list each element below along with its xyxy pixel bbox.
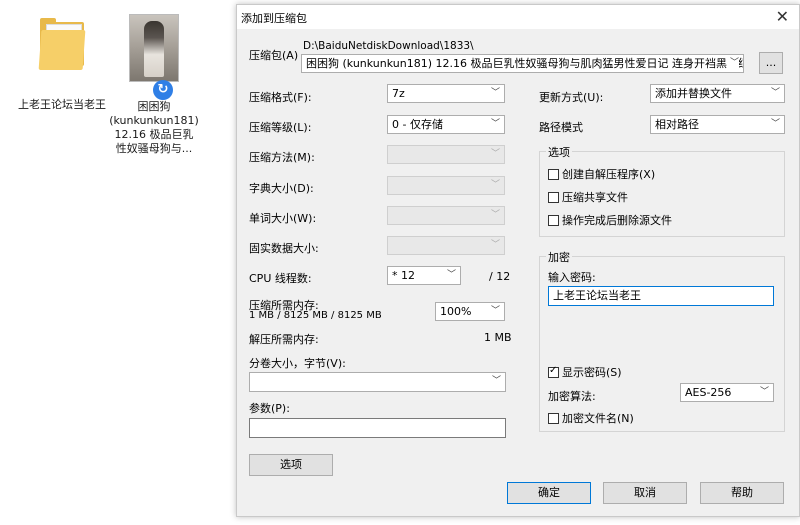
archive-label: 压缩包(A) (249, 49, 299, 62)
folder-label: 上老王论坛当老王 (18, 98, 106, 111)
method-label: 压缩方法(M): (249, 151, 315, 164)
delete-after-label: 操作完成后删除源文件 (562, 214, 672, 227)
update-value: 添加并替换文件 (655, 87, 732, 100)
password-label: 输入密码: (548, 271, 596, 284)
cpu-threads-select[interactable]: * 12 ﹀ (387, 266, 461, 285)
checkbox-icon (548, 215, 559, 226)
path-mode-label: 路径模式 (539, 121, 583, 134)
enc-method-select[interactable]: AES-256 ﹀ (680, 383, 774, 402)
level-value: 0 - 仅存储 (392, 118, 443, 131)
checkbox-icon: ✓ (548, 365, 559, 378)
mem-percent-value: 100% (440, 305, 472, 318)
checkbox-icon (548, 169, 559, 180)
chevron-down-icon: ﹀ (490, 180, 500, 190)
video-label-line-1: 困困狗 (137, 100, 171, 113)
chevron-down-icon: ﹀ (490, 149, 500, 159)
decomp-value: 1 MB (484, 331, 512, 344)
archive-name-combo[interactable]: 困困狗 (kunkunkun181) 12.16 极品巨乳性奴骚母狗与肌肉猛男性… (301, 54, 744, 73)
params-input[interactable] (249, 418, 506, 438)
update-label: 更新方式(U): (539, 91, 604, 104)
archive-path: D:\BaiduNetdiskDownload\1833\ (303, 40, 474, 52)
show-password-label: 显示密码(S) (562, 366, 622, 379)
chevron-down-icon: ﹀ (490, 119, 500, 129)
close-icon[interactable]: ✕ (776, 7, 789, 26)
options-group-title: 选项 (546, 144, 572, 160)
delete-after-checkbox[interactable]: 操作完成后删除源文件 (548, 212, 672, 228)
encrypt-names-label: 加密文件名(N) (562, 412, 634, 425)
video-thumbnail (129, 14, 179, 82)
add-to-archive-dialog: 添加到压缩包 ✕ 压缩包(A) D:\BaiduNetdiskDownload\… (236, 4, 800, 517)
chevron-down-icon: ﹀ (726, 55, 739, 72)
cancel-button[interactable]: 取消 (603, 482, 687, 504)
show-password-checkbox[interactable]: ✓ 显示密码(S) (548, 364, 622, 380)
help-button[interactable]: 帮助 (700, 482, 784, 504)
path-mode-select[interactable]: 相对路径 ﹀ (650, 115, 785, 134)
chevron-down-icon: ﹀ (759, 387, 769, 397)
format-label: 压缩格式(F): (249, 91, 312, 104)
mem-value: 1 MB / 8125 MB / 8125 MB (249, 310, 382, 321)
chevron-down-icon: ﹀ (490, 210, 500, 220)
video-label-line-4: 性奴骚母狗与... (115, 142, 193, 155)
decomp-label: 解压所需内存: (249, 333, 319, 346)
mem-percent-select[interactable]: 100% ﹀ (435, 302, 505, 321)
video-app-badge-icon: ↻ (153, 80, 173, 100)
encryption-group-title: 加密 (546, 249, 572, 265)
folder-icon (38, 18, 86, 70)
sfx-label: 创建自解压程序(X) (562, 168, 656, 181)
check-icon: ✓ (549, 365, 558, 376)
checkbox-icon (548, 413, 559, 424)
checkbox-icon (548, 192, 559, 203)
archive-name-value: 困困狗 (kunkunkun181) 12.16 极品巨乳性奴骚母狗与肌肉猛男性… (306, 57, 744, 70)
dict-label: 字典大小(D): (249, 182, 314, 195)
solid-select: ﹀ (387, 236, 505, 255)
path-mode-value: 相对路径 (655, 118, 699, 131)
encrypt-names-checkbox[interactable]: 加密文件名(N) (548, 410, 634, 426)
video-label-line-3: 12.16 极品巨乳 (114, 128, 194, 141)
cpu-label: CPU 线程数: (249, 272, 312, 285)
shared-files-label: 压缩共享文件 (562, 191, 628, 204)
chevron-down-icon: ﹀ (770, 119, 780, 129)
password-input[interactable]: 上老王论坛当老王 (548, 286, 774, 306)
chevron-down-icon: ﹀ (490, 306, 500, 316)
format-select[interactable]: 7z ﹀ (387, 84, 505, 103)
params-label: 参数(P): (249, 402, 290, 415)
shared-files-checkbox[interactable]: 压缩共享文件 (548, 189, 628, 205)
chevron-down-icon: ﹀ (490, 88, 500, 98)
cpu-value: * 12 (392, 269, 415, 282)
volume-size-combo[interactable]: ﹀ (249, 372, 506, 392)
sfx-checkbox[interactable]: 创建自解压程序(X) (548, 166, 655, 182)
chevron-down-icon: ﹀ (490, 240, 500, 250)
dialog-title: 添加到压缩包 (241, 12, 307, 25)
chevron-down-icon: ﹀ (491, 376, 501, 386)
options-button[interactable]: 选项 (249, 454, 333, 476)
video-label-line-2: (kunkunkun181) (109, 114, 199, 127)
video-label: 困困狗 (kunkunkun181) 12.16 极品巨乳 性奴骚母狗与... (104, 100, 204, 156)
solid-label: 固实数据大小: (249, 242, 319, 255)
ok-button[interactable]: 确定 (507, 482, 591, 504)
dict-select: ﹀ (387, 176, 505, 195)
chevron-down-icon: ﹀ (770, 88, 780, 98)
method-select: ﹀ (387, 145, 505, 164)
enc-method-label: 加密算法: (548, 390, 596, 403)
browse-button[interactable]: ... (759, 52, 783, 74)
volume-label: 分卷大小，字节(V): (249, 357, 346, 370)
level-select[interactable]: 0 - 仅存储 ﹀ (387, 115, 505, 134)
level-label: 压缩等级(L): (249, 121, 312, 134)
enc-method-value: AES-256 (685, 386, 732, 399)
cpu-total: / 12 (489, 270, 511, 283)
word-select: ﹀ (387, 206, 505, 225)
update-mode-select[interactable]: 添加并替换文件 ﹀ (650, 84, 785, 103)
chevron-down-icon: ﹀ (446, 270, 456, 280)
word-label: 单词大小(W): (249, 212, 317, 225)
format-value: 7z (392, 87, 405, 100)
dialog-titlebar: 添加到压缩包 ✕ (237, 5, 799, 29)
